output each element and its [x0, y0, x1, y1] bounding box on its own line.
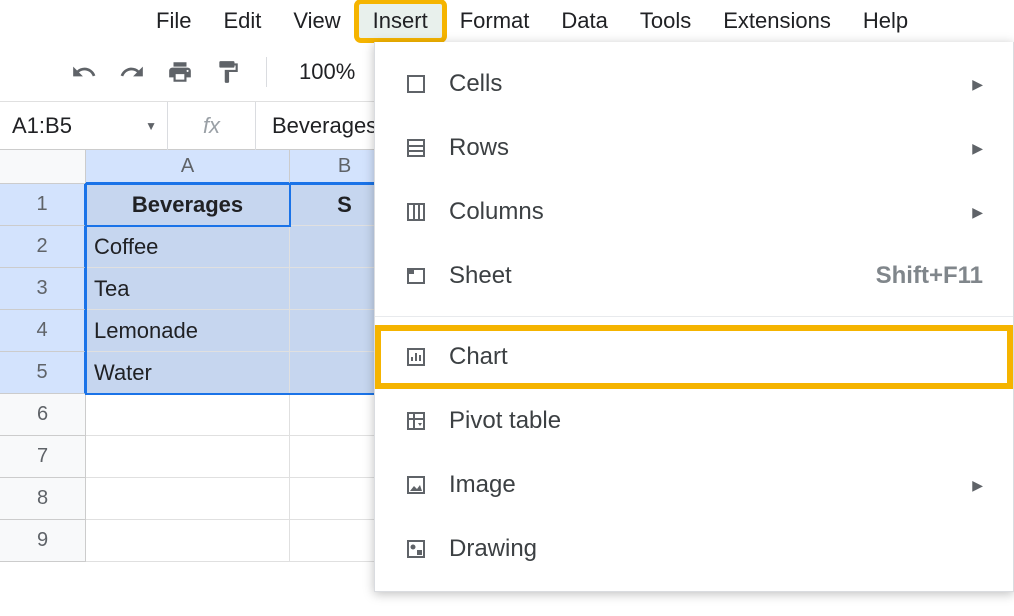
- drawing-icon: [401, 534, 431, 564]
- menu-item-cells[interactable]: Cells ▶: [375, 52, 1013, 116]
- row-header-1[interactable]: 1: [0, 184, 86, 226]
- print-icon[interactable]: [166, 58, 194, 86]
- cell-a5[interactable]: Water: [86, 352, 290, 394]
- row-header-8[interactable]: 8: [0, 478, 86, 520]
- zoom-level[interactable]: 100%: [291, 59, 363, 85]
- menu-item-shortcut: Shift+F11: [876, 262, 983, 290]
- cell-a8[interactable]: [86, 478, 290, 520]
- row-header-6[interactable]: 6: [0, 394, 86, 436]
- cell-a2[interactable]: Coffee: [86, 226, 290, 268]
- fx-label: fx: [168, 102, 256, 150]
- submenu-arrow-icon: ▶: [972, 477, 983, 494]
- menu-item-sheet[interactable]: Sheet Shift+F11: [375, 244, 1013, 308]
- menu-item-label: Chart: [449, 343, 983, 371]
- cell-a6[interactable]: [86, 394, 290, 436]
- menu-item-label: Pivot table: [449, 407, 983, 435]
- row-headers: 1 2 3 4 5 6 7 8 9: [0, 184, 86, 562]
- submenu-arrow-icon: ▶: [972, 140, 983, 157]
- menu-extensions[interactable]: Extensions: [707, 2, 847, 40]
- undo-icon[interactable]: [70, 58, 98, 86]
- rows-icon: [401, 133, 431, 163]
- paint-format-icon[interactable]: [214, 58, 242, 86]
- row-header-7[interactable]: 7: [0, 436, 86, 478]
- menu-item-chart[interactable]: Chart: [375, 325, 1013, 389]
- menu-item-image[interactable]: Image ▶: [375, 453, 1013, 517]
- menu-item-columns[interactable]: Columns ▶: [375, 180, 1013, 244]
- menu-tools[interactable]: Tools: [624, 2, 707, 40]
- row-header-3[interactable]: 3: [0, 268, 86, 310]
- menu-file[interactable]: File: [140, 2, 207, 40]
- cell-a3[interactable]: Tea: [86, 268, 290, 310]
- menu-help[interactable]: Help: [847, 2, 924, 40]
- cell-a9[interactable]: [86, 520, 290, 562]
- row-header-4[interactable]: 4: [0, 310, 86, 352]
- sheet-icon: [401, 261, 431, 291]
- menu-item-label: Image: [449, 471, 972, 499]
- pivot-icon: [401, 406, 431, 436]
- menu-item-rows[interactable]: Rows ▶: [375, 116, 1013, 180]
- menu-divider: [375, 316, 1013, 317]
- menubar: File Edit View Insert Format Data Tools …: [0, 0, 1014, 42]
- menu-edit[interactable]: Edit: [207, 2, 277, 40]
- cell-a7[interactable]: [86, 436, 290, 478]
- name-box[interactable]: A1:B5 ▼: [0, 102, 168, 150]
- menu-item-drawing[interactable]: Drawing: [375, 517, 1013, 581]
- cell-a1[interactable]: Beverages: [86, 184, 290, 226]
- row-header-2[interactable]: 2: [0, 226, 86, 268]
- menu-view[interactable]: View: [277, 2, 356, 40]
- chart-icon: [401, 342, 431, 372]
- cells-icon: [401, 69, 431, 99]
- col-header-a[interactable]: A: [86, 150, 290, 184]
- menu-item-label: Rows: [449, 134, 972, 162]
- name-box-dropdown-icon[interactable]: ▼: [145, 119, 157, 133]
- row-header-9[interactable]: 9: [0, 520, 86, 562]
- cell-a4[interactable]: Lemonade: [86, 310, 290, 352]
- columns-icon: [401, 197, 431, 227]
- menu-insert[interactable]: Insert: [357, 2, 444, 40]
- menu-format[interactable]: Format: [444, 2, 546, 40]
- select-all-corner[interactable]: [0, 150, 86, 184]
- insert-menu-dropdown: Cells ▶ Rows ▶ Columns ▶ Sheet Shift+F11…: [374, 42, 1014, 592]
- menu-item-label: Drawing: [449, 535, 983, 563]
- menu-item-label: Sheet: [449, 262, 876, 290]
- image-icon: [401, 470, 431, 500]
- cells-area[interactable]: Beverages S Coffee Tea Lemonade Water: [86, 184, 400, 562]
- redo-icon[interactable]: [118, 58, 146, 86]
- submenu-arrow-icon: ▶: [972, 76, 983, 93]
- menu-item-label: Columns: [449, 198, 972, 226]
- name-box-value: A1:B5: [12, 113, 72, 139]
- menu-item-pivot-table[interactable]: Pivot table: [375, 389, 1013, 453]
- menu-data[interactable]: Data: [545, 2, 623, 40]
- submenu-arrow-icon: ▶: [972, 204, 983, 221]
- row-header-5[interactable]: 5: [0, 352, 86, 394]
- menu-item-label: Cells: [449, 70, 972, 98]
- toolbar-separator: [266, 57, 267, 87]
